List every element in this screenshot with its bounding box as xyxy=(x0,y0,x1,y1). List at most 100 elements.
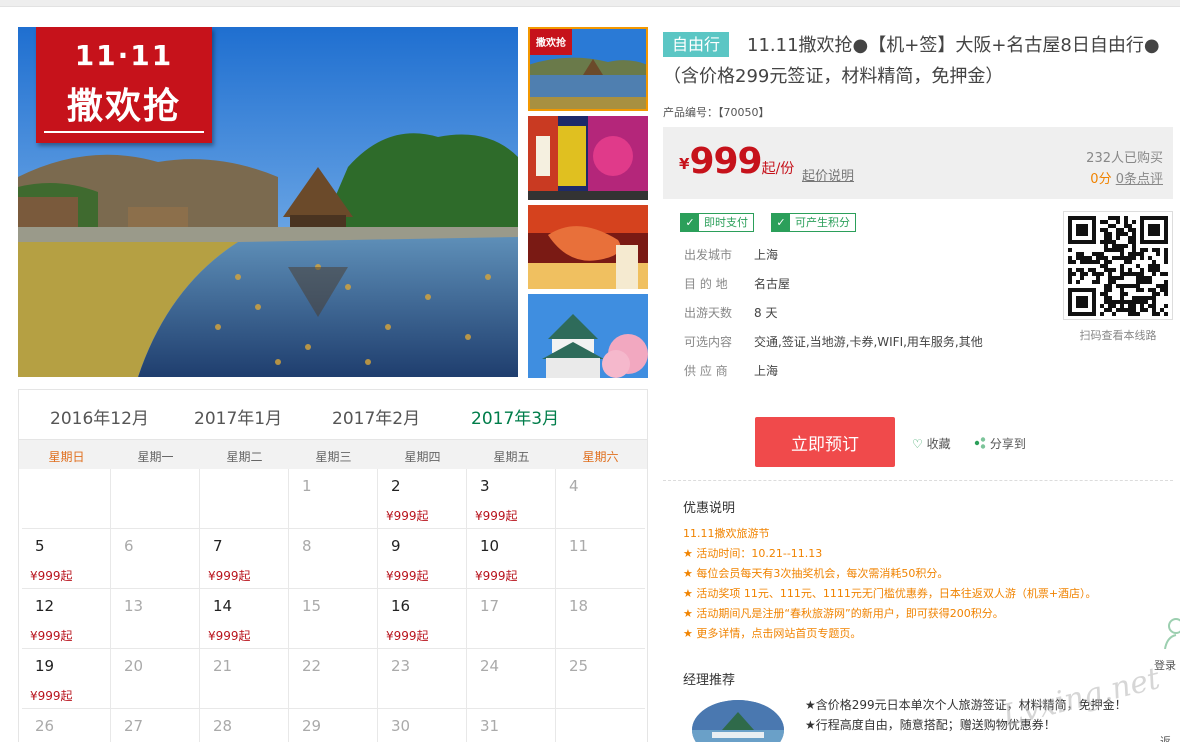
calendar-day-6: 6 xyxy=(111,529,200,589)
calendar-day-13: 13 xyxy=(111,589,200,649)
price-amount: 999 xyxy=(689,141,762,182)
calendar-day-5[interactable]: 5 ¥999起 xyxy=(22,529,111,589)
favorite-button[interactable]: ♡ 收藏 xyxy=(912,435,951,452)
thumbnail-3[interactable] xyxy=(528,205,648,289)
day-number: 1 xyxy=(302,477,312,495)
calendar-day-1: 1 xyxy=(289,469,378,529)
calendar-day-19[interactable]: 19 ¥999起 xyxy=(22,649,111,709)
promo-item: ★ 每位会员每天有3次抽奖机会，每次需消耗50积分。 xyxy=(683,567,949,580)
purchase-count: 232人已购买 xyxy=(1086,151,1163,166)
info-days: 出游天数 8 天 xyxy=(684,304,777,321)
reviews-link[interactable]: 0条点评 xyxy=(1116,172,1163,187)
promo-item[interactable]: ★ 更多详情，点击网站首页专题页。 xyxy=(683,624,1173,644)
day-number: 20 xyxy=(124,657,144,675)
day-price: ¥999起 xyxy=(386,569,429,583)
day-price: ¥999起 xyxy=(475,509,518,523)
calendar-day-18: 18 xyxy=(556,589,645,649)
main-product-photo: 11·11 撒欢抢 xyxy=(18,27,518,377)
departure-calendar: 2016年12月 2017年1月 2017年2月 2017年3月 星期日 星期一… xyxy=(18,389,648,742)
price: ¥999起/份 xyxy=(679,141,794,182)
day-number: 23 xyxy=(391,657,411,675)
calendar-day-12[interactable]: 12 ¥999起 xyxy=(22,589,111,649)
calendar-day-15: 15 xyxy=(289,589,378,649)
price-explanation-link[interactable]: 起价说明 xyxy=(802,165,854,184)
day-number: 17 xyxy=(480,597,500,615)
info-label: 出游天数 xyxy=(684,306,733,320)
day-number: 24 xyxy=(480,657,500,675)
manager-recommendations: ★含价格299元日本单次个人旅游签证，材料精简，免押金！ ★行程高度自由，随意搭… xyxy=(805,695,1127,735)
calendar-day-30: 30 xyxy=(378,709,467,742)
book-now-button[interactable]: 立即预订 xyxy=(755,417,895,467)
tab-month-2017-02[interactable]: 2017年2月 xyxy=(332,404,420,429)
day-number: 9 xyxy=(391,537,401,555)
calendar-day-11: 11 xyxy=(556,529,645,589)
calendar-day-14[interactable]: 14 ¥999起 xyxy=(200,589,289,649)
calendar-day-10[interactable]: 10 ¥999起 xyxy=(467,529,556,589)
calendar-day-16[interactable]: 16 ¥999起 xyxy=(378,589,467,649)
share-icon xyxy=(974,437,986,449)
day-number: 16 xyxy=(391,597,411,615)
promo-item: ★ 活动时间：10.21--11.13 xyxy=(683,547,823,560)
weekday-wed: 星期三 xyxy=(315,450,352,464)
promo-badge-top: 11·11 xyxy=(74,39,174,72)
day-number: 12 xyxy=(35,597,55,615)
info-departure-city: 出发城市 上海 xyxy=(684,246,778,263)
thumbnail-1[interactable]: 撒欢抢 xyxy=(528,27,648,111)
info-value: 交通,签证,当地游,卡券,WIFI,用车服务,其他 xyxy=(754,335,983,349)
weekday-fri: 星期五 xyxy=(493,450,530,464)
day-price: ¥999起 xyxy=(208,569,251,583)
user-icon[interactable] xyxy=(1163,615,1180,649)
day-number: 10 xyxy=(480,537,500,555)
tab-month-2016-12[interactable]: 2016年12月 xyxy=(50,404,149,429)
calendar-day-25: 25 xyxy=(556,649,645,709)
badge-earn-points-label: 可产生积分 xyxy=(795,216,850,229)
info-label: 目 的 地 xyxy=(684,277,728,291)
divider xyxy=(663,480,1173,481)
info-value: 上海 xyxy=(754,364,779,378)
calendar-day-20: 20 xyxy=(111,649,200,709)
day-number: 4 xyxy=(569,477,579,495)
info-value: 8 天 xyxy=(754,306,778,320)
calendar-day-8: 8 xyxy=(289,529,378,589)
calendar-day-empty xyxy=(22,469,111,529)
day-number: 15 xyxy=(302,597,322,615)
calendar-weekday-header: 星期日 星期一 星期二 星期三 星期四 星期五 星期六 xyxy=(19,439,647,469)
promo-item: 11.11撒欢旅游节 xyxy=(683,527,770,540)
info-destination: 目 的 地 名古屋 xyxy=(684,275,790,292)
day-number: 27 xyxy=(124,717,144,735)
info-options: 可选内容 交通,签证,当地游,卡券,WIFI,用车服务,其他 xyxy=(684,333,983,350)
qr-code xyxy=(1063,211,1173,320)
day-number: 25 xyxy=(569,657,589,675)
calendar-day-empty xyxy=(200,469,289,529)
share-button[interactable]: 分享到 xyxy=(974,435,1026,452)
price-unit: 起/份 xyxy=(761,161,795,177)
day-number: 28 xyxy=(213,717,233,735)
promo-badge-main: 撒欢抢 xyxy=(66,86,181,127)
calendar-day-empty xyxy=(556,709,645,742)
promo-item: ★ 活动奖项 11元、111元、1111元无门槛优惠券，日本往返双人游（机票+酒… xyxy=(683,587,1097,600)
badge-instant-pay: ✓ 即时支付 xyxy=(680,213,754,232)
price-box: ¥999起/份 起价说明 232人已购买 0分 0条点评 xyxy=(663,127,1173,199)
sidebar-login[interactable]: 登录 xyxy=(1154,657,1176,673)
day-price: ¥999起 xyxy=(475,569,518,583)
calendar-day-2[interactable]: 2 ¥999起 xyxy=(378,469,467,529)
price-currency: ¥ xyxy=(679,155,690,173)
sidebar-back[interactable]: 返回 xyxy=(1160,733,1180,742)
tab-month-2017-01[interactable]: 2017年1月 xyxy=(194,404,282,429)
manager-item: ★行程高度自由，随意搭配；赠送购物优惠券！ xyxy=(805,718,1056,732)
info-label: 供 应 商 xyxy=(684,364,728,378)
calendar-day-3[interactable]: 3 ¥999起 xyxy=(467,469,556,529)
free-travel-tag: 自由行 xyxy=(663,32,730,57)
tab-month-2017-03[interactable]: 2017年3月 xyxy=(471,404,559,429)
promo-section-title: 优惠说明 xyxy=(683,501,736,516)
promo-list: 11.11撒欢旅游节 ★ 活动时间：10.21--11.13 ★ 每位会员每天有… xyxy=(683,524,1173,644)
thumbnail-4[interactable] xyxy=(528,294,648,378)
calendar-day-7[interactable]: 7 ¥999起 xyxy=(200,529,289,589)
product-code: 产品编号：【70050】 xyxy=(663,104,770,120)
thumbnail-2[interactable] xyxy=(528,116,648,200)
weekday-sat: 星期六 xyxy=(582,450,619,464)
day-price: ¥999起 xyxy=(30,629,73,643)
product-code-value: 【70050】 xyxy=(718,106,770,119)
calendar-day-9[interactable]: 9 ¥999起 xyxy=(378,529,467,589)
day-number: 5 xyxy=(35,537,45,555)
